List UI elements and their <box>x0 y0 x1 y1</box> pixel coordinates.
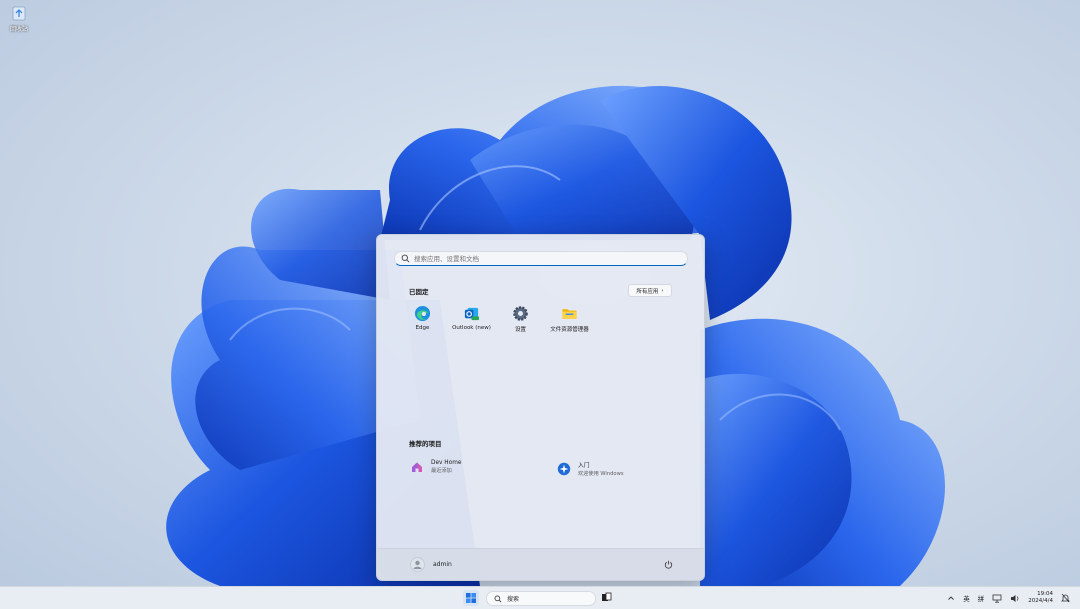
recommended-item-dev-home[interactable]: Dev Home 最近添加 <box>410 460 461 474</box>
recommended-item-subtitle: 欢迎使用 Windows <box>578 471 624 477</box>
pinned-app-settings[interactable]: 设置 <box>496 305 545 333</box>
taskbar: 搜索 英 拼 19:04 2024/4/4 <box>0 586 1080 609</box>
start-menu: 已固定 所有应用 › Edge Outlook (new) <box>376 234 705 581</box>
start-button[interactable] <box>463 590 479 606</box>
pinned-app-edge[interactable]: Edge <box>398 305 447 333</box>
search-icon <box>401 254 410 263</box>
desktop-icon-recycle-bin[interactable]: 回收站 <box>4 4 34 33</box>
pinned-section-title: 已固定 <box>409 288 429 296</box>
start-search-box[interactable] <box>394 251 688 266</box>
recommended-item-title: Dev Home <box>431 460 462 466</box>
input-method-indicator[interactable]: 拼 <box>978 593 985 603</box>
chevron-up-icon[interactable] <box>947 594 955 602</box>
recommended-item-title: 入门 <box>578 463 590 469</box>
start-search-input[interactable] <box>414 253 674 264</box>
recycle-bin-icon <box>12 6 26 21</box>
recycle-bin-label: 回收站 <box>9 26 28 33</box>
notification-bell-icon[interactable] <box>1061 593 1070 603</box>
input-language-indicator[interactable]: 英 <box>963 593 970 603</box>
pinned-app-file-explorer[interactable]: 文件资源管理器 <box>545 305 594 333</box>
task-view-icon[interactable] <box>601 592 612 603</box>
edge-icon <box>414 305 431 322</box>
windows-logo-icon <box>466 593 476 603</box>
pinned-app-label: 设置 <box>514 327 526 333</box>
taskbar-search-label: 搜索 <box>507 596 520 603</box>
clock-time: 19:04 <box>1037 591 1053 597</box>
taskbar-clock[interactable]: 19:04 2024/4/4 <box>1028 591 1053 605</box>
clock-date: 2024/4/4 <box>1028 598 1053 604</box>
taskbar-search-box[interactable]: 搜索 <box>486 591 596 606</box>
outlook-icon <box>464 307 480 321</box>
volume-icon[interactable] <box>1010 594 1020 603</box>
chevron-right-icon: › <box>661 287 664 294</box>
recommended-item-subtitle: 最近添加 <box>431 468 452 474</box>
network-icon[interactable] <box>992 594 1002 603</box>
all-apps-label: 所有应用 <box>636 288 659 295</box>
system-tray: 英 拼 19:04 2024/4/4 <box>939 587 1070 609</box>
get-started-icon <box>557 462 571 475</box>
folder-icon <box>562 309 577 319</box>
search-icon <box>494 595 502 602</box>
pinned-app-outlook[interactable]: Outlook (new) <box>447 305 496 333</box>
recommended-item-get-started[interactable]: 入门 欢迎使用 Windows <box>557 460 624 477</box>
avatar <box>410 557 425 572</box>
user-account-button[interactable]: admin <box>410 557 452 572</box>
all-apps-button[interactable]: 所有应用 › <box>628 284 672 297</box>
pinned-apps-grid: Edge Outlook (new) 设置 文件资源管理器 <box>398 305 594 333</box>
pinned-app-label: 文件资源管理器 <box>550 327 589 333</box>
user-icon <box>413 560 422 569</box>
dev-home-icon <box>412 462 422 472</box>
settings-gear-icon <box>513 306 528 321</box>
power-icon[interactable] <box>664 560 673 569</box>
start-menu-footer: admin <box>377 548 704 580</box>
user-name: admin <box>433 561 452 568</box>
recommended-section-title: 推荐的项目 <box>409 440 442 448</box>
pinned-app-label: Outlook (new) <box>452 325 491 331</box>
pinned-app-label: Edge <box>415 325 430 331</box>
